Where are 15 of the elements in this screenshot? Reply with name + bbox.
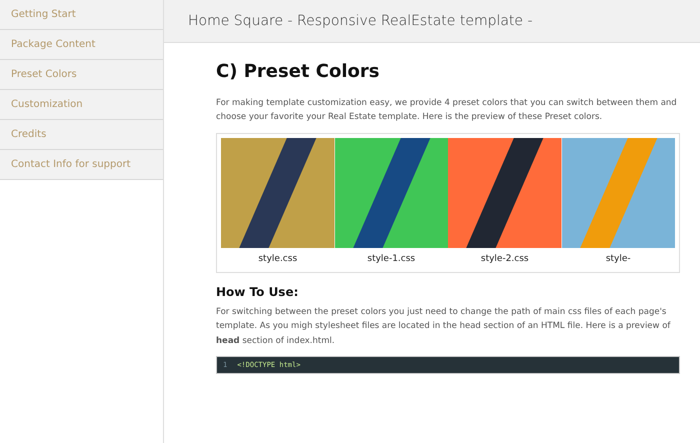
sidebar-item[interactable]: Getting Start: [0, 0, 163, 30]
sidebar-item[interactable]: Preset Colors: [0, 60, 163, 90]
page-title: Home Square - Responsive RealEstate template -: [188, 13, 533, 29]
swatch-label: style-2.css: [480, 254, 529, 264]
intro-paragraph: For making template customization easy, we provide 4 preset colors that you can switch between them and choose your favorite your Real Estate template. Here is the preview of these Preset colors.: [216, 97, 678, 124]
sidebar-item[interactable]: Contact Info for support: [0, 150, 163, 180]
swatch-label: style-: [606, 254, 631, 264]
section-subheading: How To Use:: [216, 284, 300, 299]
sidebar-item[interactable]: Package Content: [0, 30, 163, 60]
sidebar-item[interactable]: Credits: [0, 120, 163, 150]
swatch-label: style.css: [258, 254, 298, 264]
swatch-label: style-1.css: [367, 254, 416, 264]
sidebar-item[interactable]: Customization: [0, 90, 163, 120]
how-to-paragraph: For switching between the preset colors you just need to change the path of main css files of each page's template. As you migh stylesheet files are located in the head section of an HTML file. Here is a preview of head section of index.html.: [216, 306, 672, 348]
section-heading: C) Preset Colors: [216, 61, 380, 82]
